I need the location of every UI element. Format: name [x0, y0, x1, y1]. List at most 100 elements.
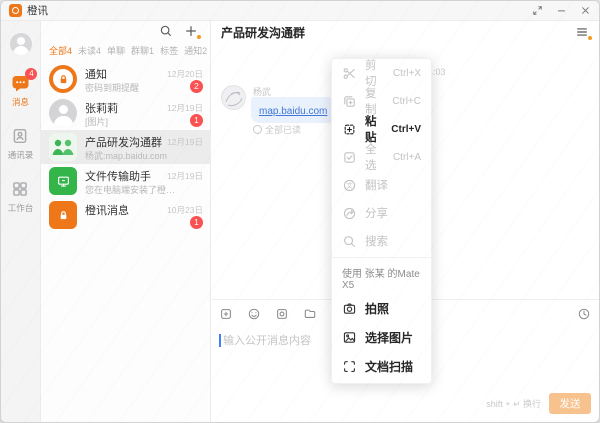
- monitor-green-avatar: [49, 167, 77, 195]
- list-header: [41, 21, 210, 41]
- user-avatar[interactable]: [10, 33, 32, 55]
- chat-title: 产品研发沟通群: [221, 24, 305, 41]
- context-menu: 剪切Ctrl+X复制Ctrl+C粘贴Ctrl+V全选Ctrl+A文翻译分享搜索 …: [331, 58, 432, 384]
- scissors-icon: [342, 66, 357, 81]
- sidebar-item-label: 工作台: [8, 202, 34, 214]
- menu-item-shortcut: Ctrl+C: [392, 96, 421, 107]
- tab-tag[interactable]: 标签: [160, 44, 178, 57]
- sidebar-item-messages[interactable]: 4消息: [8, 73, 34, 108]
- lock-square-orange-avatar: [49, 201, 77, 229]
- chat-item-date: 12月19日: [167, 136, 203, 148]
- read-status[interactable]: 全部已读: [253, 123, 301, 136]
- chat-item-title: 产品研发沟通群: [85, 134, 162, 150]
- chat-item-subtitle: 密码到期提醒: [85, 81, 139, 94]
- chat-item-zhang-lili[interactable]: 张莉莉[图片] 12月19日1: [41, 96, 210, 130]
- device-section-header: 使用 张某 的Mate X5: [332, 257, 431, 294]
- sidebar-item-label: 消息: [12, 96, 29, 108]
- message-bubble[interactable]: map.baidu.com: [251, 97, 335, 123]
- tab-all[interactable]: 全部4: [49, 44, 72, 57]
- unread-badge: 1: [190, 216, 203, 229]
- tab-single[interactable]: 单聊: [107, 44, 125, 57]
- newline-hint: shift + ↵ 换行: [486, 397, 541, 410]
- menu-item-label: 拍照: [365, 300, 389, 317]
- contacts-icon: [11, 127, 29, 145]
- menu-item-label: 选择图片: [365, 329, 413, 346]
- sender-avatar[interactable]: [221, 85, 246, 110]
- menu-item-doc-scan[interactable]: 文档扫描: [332, 352, 431, 381]
- app-window: 橙讯 4消息通讯录工作台 全部4未读4单聊群聊: [0, 0, 600, 423]
- camera-icon: [342, 301, 357, 316]
- share-icon: [342, 206, 357, 221]
- menu-item-label: 翻译: [365, 177, 388, 193]
- emoji-icon[interactable]: [247, 307, 261, 321]
- text-caret: [219, 334, 221, 347]
- chat-item-title: 橙讯消息: [85, 202, 129, 218]
- menu-item-shortcut: Ctrl+X: [393, 68, 421, 79]
- person-gray-avatar: [49, 99, 77, 127]
- chat-item-product-group[interactable]: 产品研发沟通群杨武:map.baidu.com12月19日: [41, 130, 210, 164]
- svg-text:文: 文: [346, 181, 352, 189]
- photo-icon[interactable]: [275, 307, 289, 321]
- chat-item-subtitle: 您在电脑端安装了橙讯，可在这里: [85, 183, 181, 196]
- chat-item-title: 通知: [85, 66, 107, 82]
- tab-group[interactable]: 群聊1: [131, 44, 154, 57]
- monitor-glyph: [56, 174, 71, 189]
- chat-item-file-transfer[interactable]: 文件传输助手您在电脑端安装了橙讯，可在这里12月19日: [41, 164, 210, 198]
- menu-icon[interactable]: [575, 25, 589, 39]
- add-notification-dot: [197, 35, 201, 39]
- workbench-icon: [11, 180, 29, 198]
- lock-circle-orange-avatar: [49, 65, 77, 93]
- menu-item-label: 搜索: [365, 233, 388, 249]
- app-title: 橙讯: [27, 3, 48, 18]
- chat-item-subtitle: [图片]: [85, 115, 108, 128]
- read-status-icon: [253, 125, 262, 134]
- chat-item-date: 12月19日: [167, 102, 203, 114]
- copy-icon: [342, 94, 357, 109]
- close-icon[interactable]: [579, 5, 591, 17]
- chat-item-date: 12月19日: [167, 170, 203, 182]
- menu-item-cut: 剪切Ctrl+X: [332, 59, 431, 87]
- chat-item-date: 12月20日: [167, 68, 203, 80]
- search-icon[interactable]: [159, 24, 173, 38]
- menu-item-label: 分享: [365, 205, 388, 221]
- sidebar-item-contacts[interactable]: 通讯录: [8, 126, 34, 161]
- translate-icon: 文: [342, 178, 357, 193]
- menu-notification-dot: [588, 36, 592, 40]
- sidebar-badge: 4: [25, 68, 37, 80]
- chat-item-chengxun-news[interactable]: 橙讯消息10月23日1: [41, 198, 210, 232]
- menu-item-paste[interactable]: 粘贴Ctrl+V: [332, 115, 431, 143]
- add-icon[interactable]: [184, 24, 198, 38]
- minimize-icon[interactable]: [555, 5, 567, 17]
- read-status-label: 全部已读: [265, 123, 301, 136]
- menu-item-shortcut: Ctrl+V: [391, 124, 421, 135]
- send-button[interactable]: 发送: [549, 393, 591, 414]
- chat-item-title: 张莉莉: [85, 100, 118, 116]
- paste-icon: [342, 122, 357, 137]
- title-bar: 橙讯: [1, 1, 599, 21]
- message-link[interactable]: map.baidu.com: [259, 106, 327, 117]
- chat-item-subtitle: 杨武:map.baidu.com: [85, 149, 167, 162]
- history-icon[interactable]: [577, 307, 591, 321]
- menu-item-search: 搜索: [332, 227, 431, 255]
- lock-glyph: [57, 209, 70, 222]
- menu-item-shortcut: Ctrl+A: [393, 152, 421, 163]
- chat-item-title: 文件传输助手: [85, 168, 151, 184]
- unread-badge: 1: [190, 114, 203, 127]
- menu-item-choose-image[interactable]: 选择图片: [332, 323, 431, 352]
- menu-item-share: 分享: [332, 199, 431, 227]
- tab-unread[interactable]: 未读4: [78, 44, 101, 57]
- tab-notice[interactable]: 通知2: [184, 44, 207, 57]
- sidebar-item-label: 通讯录: [8, 149, 34, 161]
- menu-item-take-photo[interactable]: 拍照: [332, 294, 431, 323]
- menu-item-copy: 复制Ctrl+C: [332, 87, 431, 115]
- menu-item-label: 文档扫描: [365, 358, 413, 375]
- lock-glyph: [57, 73, 70, 86]
- sidebar-item-workbench[interactable]: 工作台: [8, 179, 34, 214]
- screenshot-icon[interactable]: [219, 307, 233, 321]
- folder-icon[interactable]: [303, 307, 317, 321]
- menu-item-label: 全选: [365, 141, 385, 173]
- restore-icon[interactable]: [531, 5, 543, 17]
- image-icon: [342, 330, 357, 345]
- chat-item-notifications[interactable]: 通知密码到期提醒12月20日2: [41, 62, 210, 96]
- app-logo-icon: [9, 4, 22, 17]
